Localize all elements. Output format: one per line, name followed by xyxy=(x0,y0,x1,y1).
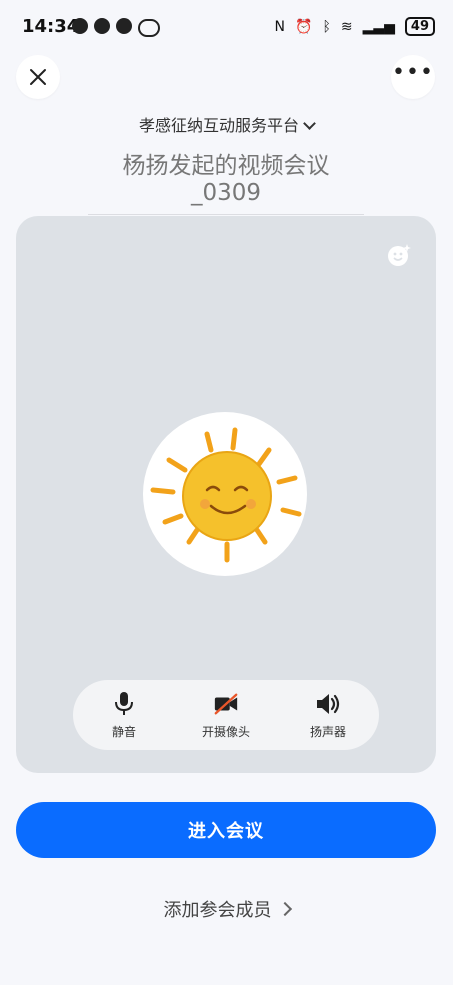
speaker-icon xyxy=(317,693,340,714)
add-members-link[interactable]: 添加参会成员 xyxy=(0,896,453,922)
video-preview: 静音 开摄像头 扬声器 xyxy=(16,216,436,773)
mute-label: 静音 xyxy=(111,724,136,739)
more-button[interactable]: ••• xyxy=(391,55,435,99)
close-icon xyxy=(30,69,46,85)
eye-icon xyxy=(138,19,160,37)
meeting-title-field[interactable]: 杨扬发起的视频会议_0309 xyxy=(88,146,364,215)
more-icon: ••• xyxy=(392,60,434,85)
org-name: 孝感征纳互动服务平台 xyxy=(138,116,299,135)
org-selector[interactable]: 孝感征纳互动服务平台 xyxy=(0,112,453,136)
chevron-right-icon xyxy=(277,901,292,917)
system-icons: N ⏰ ᛒ ≋ ▂▃▅ 49 xyxy=(275,17,435,36)
chevron-down-icon xyxy=(303,117,316,130)
beauty-filter-icon[interactable] xyxy=(386,242,412,268)
battery-indicator: 49 xyxy=(404,17,435,36)
wifi-icon: ≋ xyxy=(340,18,353,35)
alarm-icon: ⏰ xyxy=(295,18,313,35)
add-members-label: 添加参会成员 xyxy=(163,900,272,921)
media-controls-bar: 静音 开摄像头 扬声器 xyxy=(73,680,379,750)
camera-toggle-button[interactable]: 开摄像头 xyxy=(186,691,266,740)
nfc-icon: N xyxy=(274,18,286,35)
microphone-icon xyxy=(115,691,133,715)
app-notification-icon xyxy=(116,18,132,34)
app-notification-icon xyxy=(72,18,88,34)
notification-icons xyxy=(72,18,160,37)
status-bar: 14:34 N ⏰ ᛒ ≋ ▂▃▅ 49 xyxy=(0,0,453,56)
camera-off-icon xyxy=(214,693,238,714)
camera-label: 开摄像头 xyxy=(201,724,250,739)
meeting-title: 杨扬发起的视频会议_0309 xyxy=(122,153,330,206)
speaker-button[interactable]: 扬声器 xyxy=(288,691,368,740)
status-time: 14:34 xyxy=(22,16,80,37)
mute-button[interactable]: 静音 xyxy=(84,691,164,740)
close-button[interactable] xyxy=(16,55,60,99)
sun-avatar-image xyxy=(150,427,302,563)
app-notification-icon xyxy=(94,18,110,34)
signal-icon: ▂▃▅ xyxy=(362,18,395,35)
speaker-label: 扬声器 xyxy=(309,724,346,739)
bluetooth-icon: ᛒ xyxy=(322,18,331,35)
avatar xyxy=(143,412,307,576)
join-meeting-button[interactable]: 进入会议 xyxy=(16,802,436,858)
